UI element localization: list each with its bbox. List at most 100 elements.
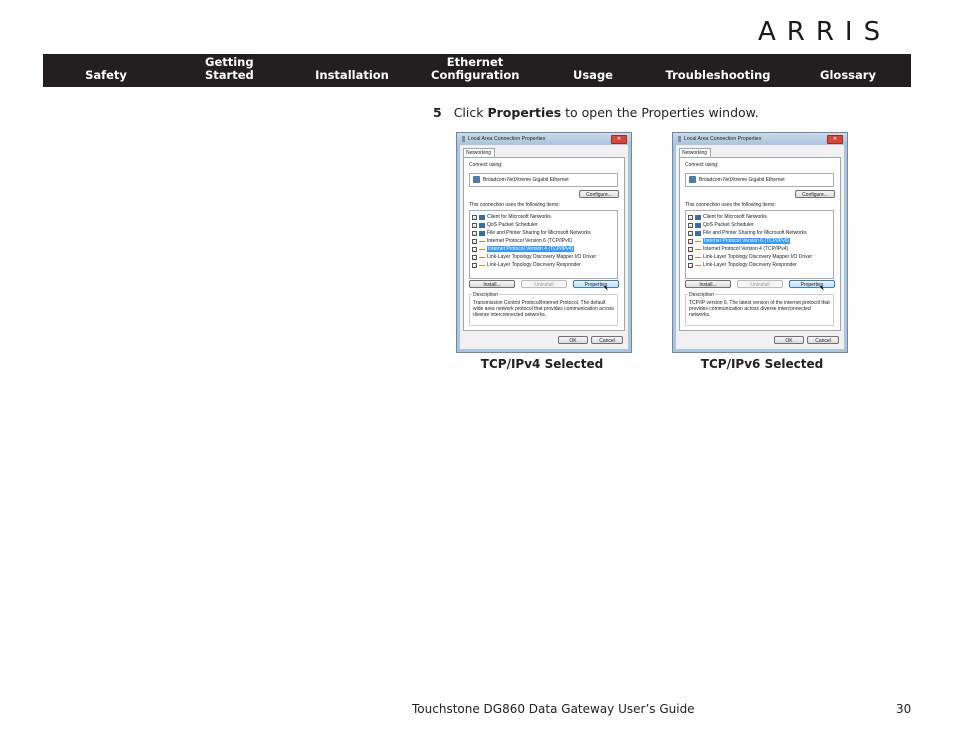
list-item[interactable]: ✓ File and Printer Sharing for Microsoft … [688,230,807,237]
items-list[interactable]: ✓ Client for Microsoft Networks ✓ QoS Packe… [685,210,834,279]
checkbox[interactable]: ✓ [688,239,693,245]
properties-button[interactable]: Properties [789,280,835,288]
list-item[interactable]: ✓ Internet Protocol Version 4 (TCP/IPv4) [472,246,575,253]
dialog-titlebar[interactable]: Local Area Connection Properties ✕ [673,133,847,145]
nav-item-glossary[interactable]: Glossary [819,69,877,82]
list-item-label: QoS Packet Scheduler [703,222,754,228]
computer-icon [479,215,485,220]
install-button[interactable]: Install... [469,280,515,288]
network-adapter-icon [689,176,696,183]
checkbox[interactable]: ✓ [472,255,477,261]
properties-dialog: Local Area Connection Properties ✕ Netwo… [456,132,632,353]
protocol-icon [695,249,701,250]
description-box: Description TCP/IP version 6. The latest… [685,292,834,326]
list-item[interactable]: ✓ Internet Protocol Version 4 (TCP/IPv4) [688,246,788,253]
cancel-button[interactable]: Cancel [807,336,839,344]
checkbox[interactable]: ✓ [688,231,693,237]
ok-button[interactable]: OK [774,336,804,344]
arris-logo: ARRIS [758,17,892,47]
list-item[interactable]: ✓ Client for Microsoft Networks [472,214,551,221]
cancel-button[interactable]: Cancel [591,336,623,344]
nav-bar: Safety Getting Started Installation Ethe… [43,54,911,87]
nav-label-line2: Installation [315,68,389,82]
install-button[interactable]: Install... [685,280,731,288]
checkbox[interactable]: ✓ [688,263,693,269]
protocol-icon [479,249,485,250]
configure-button[interactable]: Configure... [579,190,619,198]
list-item[interactable]: ✓ File and Printer Sharing for Microsoft … [472,230,591,237]
list-item[interactable]: ✓ Link-Layer Topology Discovery Responder [688,262,797,269]
nav-label-line2: Glossary [820,68,876,82]
checkbox[interactable]: ✓ [472,247,477,253]
items-label: This connection uses the following items… [685,202,776,208]
dialog-title: Local Area Connection Properties [468,136,546,142]
protocol-icon [479,257,485,258]
checkbox[interactable]: ✓ [688,223,693,229]
list-item[interactable]: ✓ Link-Layer Topology Discovery Responder [472,262,581,269]
dialog-titlebar[interactable]: Local Area Connection Properties ✕ [457,133,631,145]
checkbox[interactable]: ✓ [472,263,477,269]
nav-label-line2: Safety [85,68,127,82]
computer-icon [479,223,485,228]
checkbox[interactable]: ✓ [688,247,693,253]
network-icon [678,136,681,142]
nav-item-usage[interactable]: Usage [571,69,615,82]
nav-item-getting-started[interactable]: Getting Started [205,56,254,82]
list-item-label: Link-Layer Topology Discovery Mapper I/O… [703,254,813,260]
adapter-name: Broadcom NetXtreme Gigabit Ethernet [483,177,569,183]
computer-icon [479,231,485,236]
nav-item-installation[interactable]: Installation [313,69,391,82]
nav-label-line2: Started [205,68,254,82]
dialog-body: Networking Connect using: Broadcom NetXt… [676,145,844,349]
checkbox[interactable]: ✓ [472,223,477,229]
tab-networking[interactable]: Networking [679,148,711,157]
tab-networking[interactable]: Networking [463,148,495,157]
checkbox[interactable]: ✓ [688,215,693,221]
footer-title: Touchstone DG860 Data Gateway User’s Gui… [412,702,695,716]
items-list[interactable]: ✓ Client for Microsoft Networks ✓ QoS Packe… [469,210,618,279]
nav-item-troubleshooting[interactable]: Troubleshooting [665,69,771,82]
properties-button[interactable]: Properties [573,280,619,288]
computer-icon [695,215,701,220]
close-button[interactable]: ✕ [827,135,843,144]
dialog-body: Networking Connect using: Broadcom NetXt… [460,145,628,349]
step-instruction: 5 Click Properties to open the Propertie… [433,105,759,120]
list-item[interactable]: ✓ Internet Protocol Version 6 (TCP/IPv6) [472,238,572,245]
protocol-icon [479,265,485,266]
checkbox[interactable]: ✓ [472,215,477,221]
adapter-name: Broadcom NetXtreme Gigabit Ethernet [699,177,785,183]
checkbox[interactable]: ✓ [688,255,693,261]
list-item[interactable]: ✓ Link-Layer Topology Discovery Mapper I/… [472,254,596,261]
protocol-icon [479,241,485,242]
nav-item-ethernet-configuration[interactable]: Ethernet Configuration [431,56,519,82]
nav-label-line2: Configuration [431,68,520,82]
adapter-field: Broadcom NetXtreme Gigabit Ethernet [685,173,834,187]
step-prefix: Click [453,105,484,120]
list-item[interactable]: ✓ Internet Protocol Version 6 (TCP/IPv6) [688,238,791,245]
computer-icon [695,231,701,236]
list-item[interactable]: ✓ QoS Packet Scheduler [472,222,538,229]
nav-label-line2: Usage [573,68,613,82]
uninstall-button: Uninstall [737,280,783,288]
checkbox[interactable]: ✓ [472,239,477,245]
caption-ipv4: TCP/IPv4 Selected [480,357,604,371]
close-button[interactable]: ✕ [611,135,627,144]
list-item[interactable]: ✓ QoS Packet Scheduler [688,222,754,229]
dialog-title: Local Area Connection Properties [684,136,762,142]
nav-item-safety[interactable]: Safety [85,69,127,82]
ok-button[interactable]: OK [558,336,588,344]
list-item[interactable]: ✓ Link-Layer Topology Discovery Mapper I/… [688,254,812,261]
connect-using-label: Connect using: [685,162,719,168]
page-number: 30 [896,702,912,716]
caption-ipv6: TCP/IPv6 Selected [700,357,824,371]
list-item-label: File and Printer Sharing for Microsoft N… [487,230,591,236]
step-bold: Properties [487,105,562,120]
step-suffix: to open the Properties window. [565,105,759,120]
configure-button[interactable]: Configure... [795,190,835,198]
description-label: Description [472,292,500,298]
list-item[interactable]: ✓ Client for Microsoft Networks [688,214,767,221]
list-item-label: Link-Layer Topology Discovery Responder [703,262,797,268]
list-item-label: Link-Layer Topology Discovery Responder [487,262,581,268]
checkbox[interactable]: ✓ [472,231,477,237]
description-label: Description [688,292,716,298]
